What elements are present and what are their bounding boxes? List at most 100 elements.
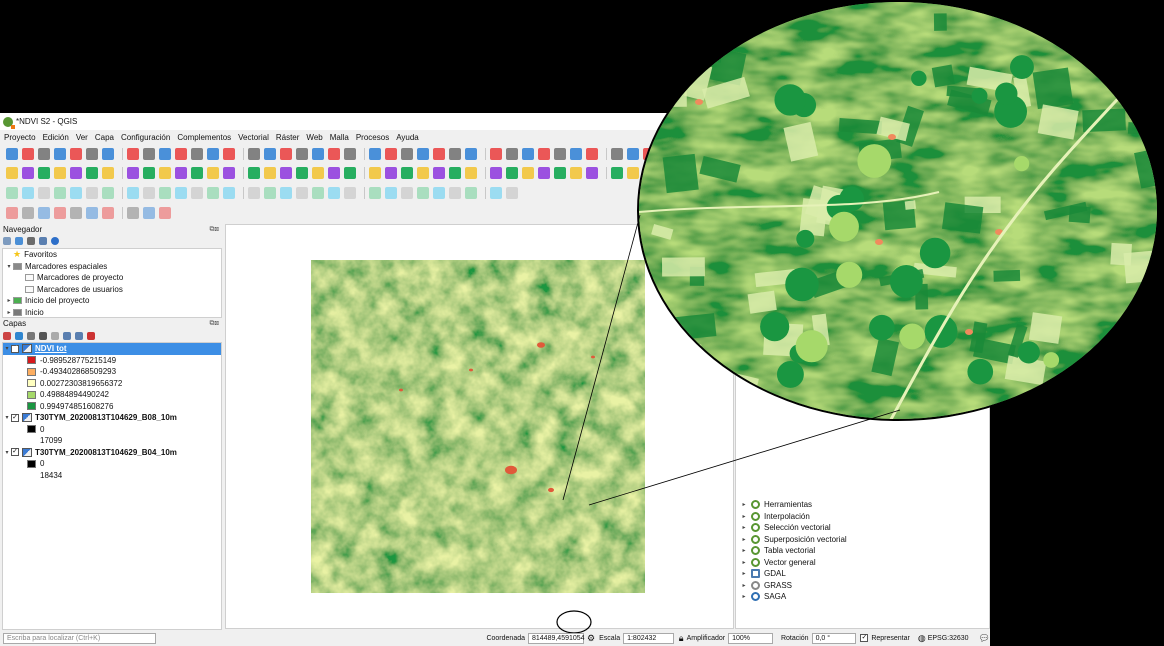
- processing-provider[interactable]: ▸ GRASS: [736, 580, 986, 592]
- toolbar-tool-icon[interactable]: [159, 147, 171, 160]
- layer-item[interactable]: ▾ ✓ T30TYM_20200813T104629_B04_10m: [3, 447, 221, 459]
- menu-capa[interactable]: Capa: [95, 133, 114, 142]
- toolbar-tool-icon[interactable]: [312, 186, 324, 199]
- scale-field[interactable]: 1:802432: [623, 632, 674, 644]
- toolbar-tool-icon[interactable]: [611, 147, 623, 160]
- processing-provider[interactable]: ▸ Interpolación: [736, 511, 986, 523]
- navigator-item[interactable]: Marcadores de proyecto: [3, 272, 221, 284]
- toolbar-tool-icon[interactable]: [344, 186, 356, 199]
- expand-arrow-icon[interactable]: ▸: [740, 593, 748, 600]
- toolbar-tool-icon[interactable]: [223, 147, 235, 160]
- toolbar-tool-icon[interactable]: [522, 147, 534, 160]
- toolbar-tool-icon[interactable]: [506, 186, 518, 199]
- toolbar-tool-icon[interactable]: [264, 147, 276, 160]
- toolbar-tool-icon[interactable]: [86, 186, 98, 199]
- toolbar-tool-icon[interactable]: [38, 206, 50, 219]
- toolbar-tool-icon[interactable]: [223, 166, 235, 179]
- toolbar-tool-icon[interactable]: [586, 166, 598, 179]
- toolbar-tool-icon[interactable]: [54, 186, 66, 199]
- expand-all-icon[interactable]: [63, 332, 71, 340]
- toolbar-tool-icon[interactable]: [465, 166, 477, 179]
- toolbar-tool-icon[interactable]: [143, 147, 155, 160]
- toolbar-tool-icon[interactable]: [449, 166, 461, 179]
- messages-icon[interactable]: 💬︎: [979, 633, 990, 644]
- toolbar-tool-icon[interactable]: [207, 147, 219, 160]
- menu-malla[interactable]: Malla: [330, 133, 349, 142]
- toolbar-tool-icon[interactable]: [38, 166, 50, 179]
- toolbar-tool-icon[interactable]: [22, 166, 34, 179]
- toolbar-tool-icon[interactable]: [280, 186, 292, 199]
- expand-arrow-icon[interactable]: ▸: [740, 570, 748, 577]
- toolbar-tool-icon[interactable]: [506, 147, 518, 160]
- menu-ver[interactable]: Ver: [76, 133, 88, 142]
- info-icon[interactable]: [51, 237, 59, 245]
- toolbar-tool-icon[interactable]: [248, 147, 260, 160]
- menu-vectorial[interactable]: Vectorial: [238, 133, 269, 142]
- toolbar-tool-icon[interactable]: [175, 166, 187, 179]
- toolbar-tool-icon[interactable]: [506, 166, 518, 179]
- toolbar-tool-icon[interactable]: [627, 147, 639, 160]
- toolbar-tool-icon[interactable]: [102, 147, 114, 160]
- render-checkbox[interactable]: ✓: [860, 634, 869, 642]
- toolbar-tool-icon[interactable]: [264, 166, 276, 179]
- toolbar-tool-icon[interactable]: [127, 147, 139, 160]
- toolbar-tool-icon[interactable]: [627, 166, 639, 179]
- navigator-item[interactable]: ▸ Inicio: [3, 307, 221, 318]
- layer-visibility-checkbox[interactable]: ✓: [11, 344, 19, 353]
- toolbar-tool-icon[interactable]: [554, 147, 566, 160]
- expand-arrow-icon[interactable]: ▸: [740, 582, 748, 589]
- toolbar-tool-icon[interactable]: [86, 206, 98, 219]
- expand-arrow-icon[interactable]: ▸: [5, 297, 13, 304]
- toolbar-tool-icon[interactable]: [385, 166, 397, 179]
- navigator-item[interactable]: Marcadores de usuarios: [3, 284, 221, 296]
- menu-procesos[interactable]: Procesos: [356, 133, 389, 142]
- processing-provider[interactable]: ▸ Herramientas: [736, 499, 986, 511]
- toolbar-tool-icon[interactable]: [522, 166, 534, 179]
- toolbar-tool-icon[interactable]: [207, 186, 219, 199]
- filter-legend-icon[interactable]: [39, 332, 47, 340]
- toolbar-tool-icon[interactable]: [328, 166, 340, 179]
- filter-icon[interactable]: [27, 237, 35, 245]
- expand-arrow-icon[interactable]: ▾: [3, 449, 11, 456]
- toolbar-tool-icon[interactable]: [175, 186, 187, 199]
- crs-label[interactable]: EPSG:32630: [928, 635, 969, 642]
- add-selected-icon[interactable]: [3, 237, 11, 245]
- processing-provider[interactable]: ▸ Vector general: [736, 557, 986, 569]
- toolbar-tool-icon[interactable]: [369, 147, 381, 160]
- toolbar-tool-icon[interactable]: [401, 147, 413, 160]
- toolbar-tool-icon[interactable]: [159, 166, 171, 179]
- toolbar-tool-icon[interactable]: [449, 147, 461, 160]
- toggle-extents-icon[interactable]: ⚙: [587, 633, 595, 644]
- style-icon[interactable]: [3, 332, 11, 340]
- toolbar-tool-icon[interactable]: [490, 166, 502, 179]
- navigator-item[interactable]: ★ Favoritos: [3, 249, 221, 261]
- toolbar-tool-icon[interactable]: [385, 186, 397, 199]
- layer-visibility-checkbox[interactable]: ✓: [11, 413, 19, 422]
- magnifier-field[interactable]: 100%: [728, 632, 773, 644]
- toolbar-tool-icon[interactable]: [586, 147, 598, 160]
- toolbar-tool-icon[interactable]: [312, 147, 324, 160]
- toolbar-tool-icon[interactable]: [22, 186, 34, 199]
- toolbar-tool-icon[interactable]: [570, 147, 582, 160]
- remove-layer-icon[interactable]: [87, 332, 95, 340]
- toolbar-tool-icon[interactable]: [70, 166, 82, 179]
- processing-provider[interactable]: ▸ Superposición vectorial: [736, 534, 986, 546]
- collapse-all-icon[interactable]: [39, 237, 47, 245]
- toolbar-tool-icon[interactable]: [433, 186, 445, 199]
- toolbar-tool-icon[interactable]: [54, 166, 66, 179]
- expand-arrow-icon[interactable]: ▸: [740, 559, 748, 566]
- navigator-item[interactable]: ▸ Inicio del proyecto: [3, 295, 221, 307]
- toolbar-tool-icon[interactable]: [570, 166, 582, 179]
- expand-arrow-icon[interactable]: ▸: [740, 501, 748, 508]
- menu-configuracion[interactable]: Configuración: [121, 133, 170, 142]
- menu-complementos[interactable]: Complementos: [177, 133, 231, 142]
- toolbar-tool-icon[interactable]: [417, 186, 429, 199]
- visibility-icon[interactable]: [27, 332, 35, 340]
- toolbar-tool-icon[interactable]: [102, 166, 114, 179]
- toolbar-tool-icon[interactable]: [369, 186, 381, 199]
- toolbar-tool-icon[interactable]: [207, 166, 219, 179]
- expand-arrow-icon[interactable]: ▾: [3, 414, 11, 421]
- toolbar-tool-icon[interactable]: [22, 147, 34, 160]
- toolbar-tool-icon[interactable]: [102, 206, 114, 219]
- toolbar-tool-icon[interactable]: [6, 186, 18, 199]
